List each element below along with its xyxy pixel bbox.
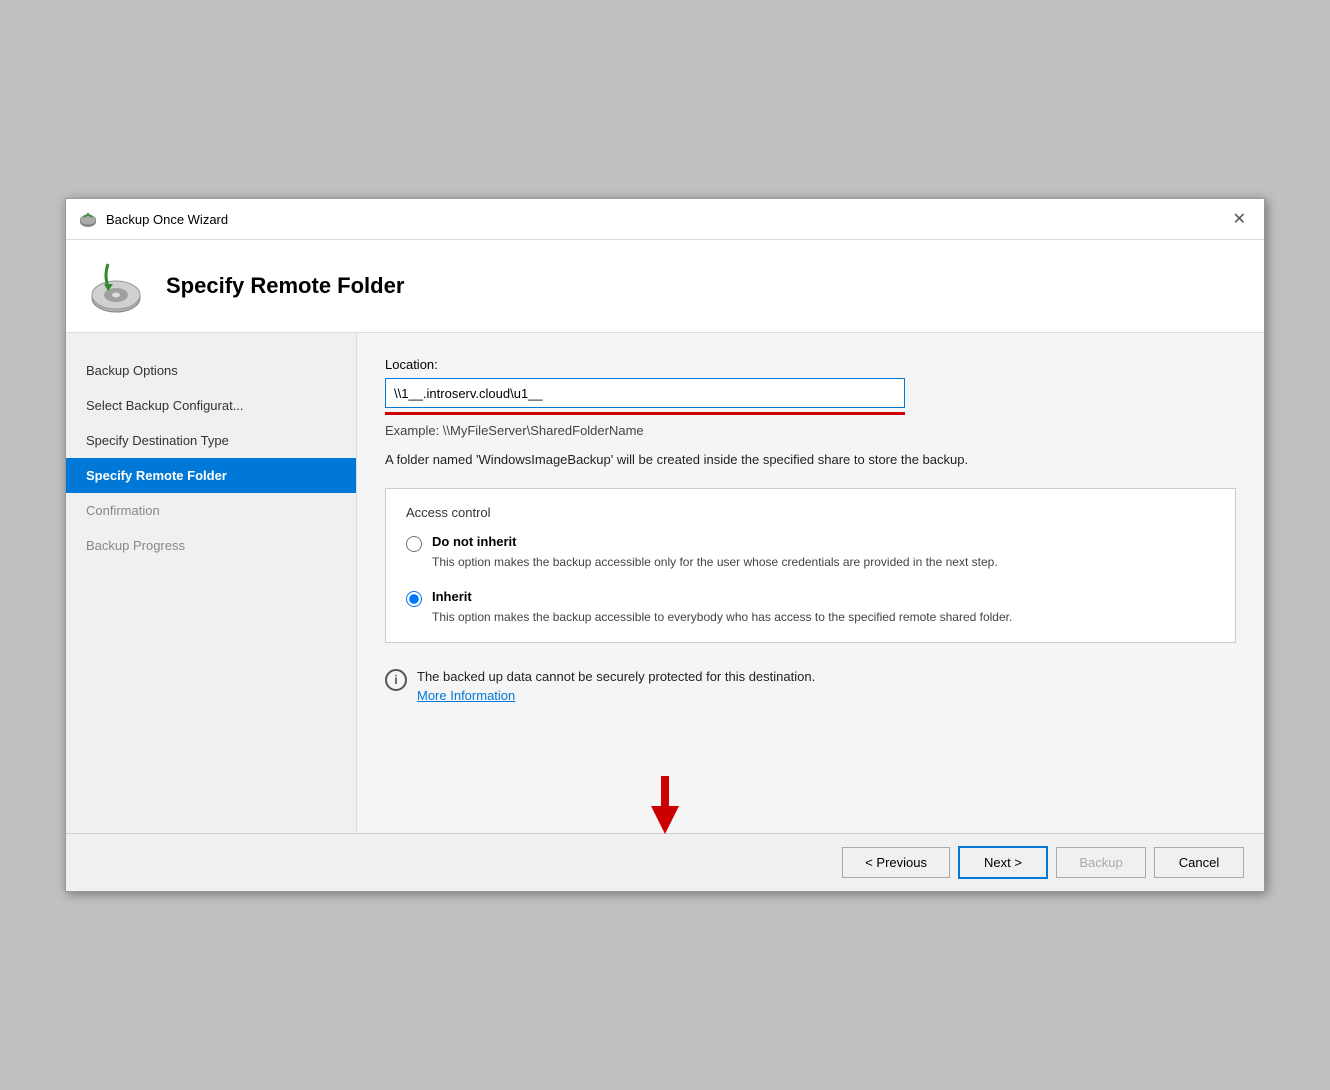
location-input[interactable] — [385, 378, 905, 408]
window-title: Backup Once Wizard — [106, 212, 228, 227]
page-title: Specify Remote Folder — [166, 273, 404, 299]
sidebar-item-backup-options[interactable]: Backup Options — [66, 353, 356, 388]
access-control-title: Access control — [406, 505, 1215, 520]
radio-do-not-inherit-label-area: Do not inherit This option makes the bac… — [432, 534, 998, 571]
location-input-wrapper — [385, 378, 1236, 408]
header-section: Specify Remote Folder — [66, 240, 1264, 333]
footer: < Previous Next > Backup Cancel — [66, 833, 1264, 891]
title-bar: Backup Once Wizard ✕ — [66, 199, 1264, 240]
access-control-box: Access control Do not inherit This optio… — [385, 488, 1236, 643]
radio-do-not-inherit-label: Do not inherit — [432, 534, 998, 549]
window-icon — [78, 209, 98, 229]
next-button[interactable]: Next > — [958, 846, 1048, 879]
radio-option-do-not-inherit: Do not inherit This option makes the bac… — [406, 534, 1215, 571]
content-area: Backup Options Select Backup Configurat.… — [66, 333, 1264, 833]
radio-inherit-label-area: Inherit This option makes the backup acc… — [432, 589, 1012, 626]
previous-button[interactable]: < Previous — [842, 847, 950, 878]
main-panel: Location: Example: \\MyFileServer\Shared… — [356, 333, 1264, 833]
input-error-bar — [385, 412, 905, 415]
radio-inherit[interactable] — [406, 591, 422, 607]
backup-button: Backup — [1056, 847, 1146, 878]
arrow-head — [651, 806, 679, 834]
arrow-stem — [661, 776, 669, 806]
info-notice: i The backed up data cannot be securely … — [385, 667, 1236, 706]
title-bar-left: Backup Once Wizard — [78, 209, 228, 229]
sidebar: Backup Options Select Backup Configurat.… — [66, 333, 356, 833]
sidebar-item-specify-destination-type[interactable]: Specify Destination Type — [66, 423, 356, 458]
sidebar-item-confirmation: Confirmation — [66, 493, 356, 528]
header-icon — [86, 256, 146, 316]
radio-do-not-inherit-desc: This option makes the backup accessible … — [432, 555, 998, 569]
radio-inherit-label: Inherit — [432, 589, 1012, 604]
info-icon: i — [385, 669, 407, 691]
sidebar-item-select-backup-config[interactable]: Select Backup Configurat... — [66, 388, 356, 423]
next-arrow-indicator — [651, 776, 679, 834]
location-label: Location: — [385, 357, 1236, 372]
folder-info-text: A folder named 'WindowsImageBackup' will… — [385, 450, 1205, 470]
notice-text: The backed up data cannot be securely pr… — [417, 669, 815, 684]
wizard-window: Backup Once Wizard ✕ Specify Remote Fold… — [65, 198, 1265, 892]
more-info-link[interactable]: More Information — [417, 688, 515, 703]
radio-inherit-desc: This option makes the backup accessible … — [432, 610, 1012, 624]
cancel-button[interactable]: Cancel — [1154, 847, 1244, 878]
example-text: Example: \\MyFileServer\SharedFolderName — [385, 423, 1236, 438]
sidebar-item-specify-remote-folder[interactable]: Specify Remote Folder — [66, 458, 356, 493]
radio-do-not-inherit[interactable] — [406, 536, 422, 552]
sidebar-item-backup-progress: Backup Progress — [66, 528, 356, 563]
close-button[interactable]: ✕ — [1227, 207, 1252, 231]
radio-option-inherit: Inherit This option makes the backup acc… — [406, 589, 1215, 626]
info-notice-text: The backed up data cannot be securely pr… — [417, 667, 815, 706]
